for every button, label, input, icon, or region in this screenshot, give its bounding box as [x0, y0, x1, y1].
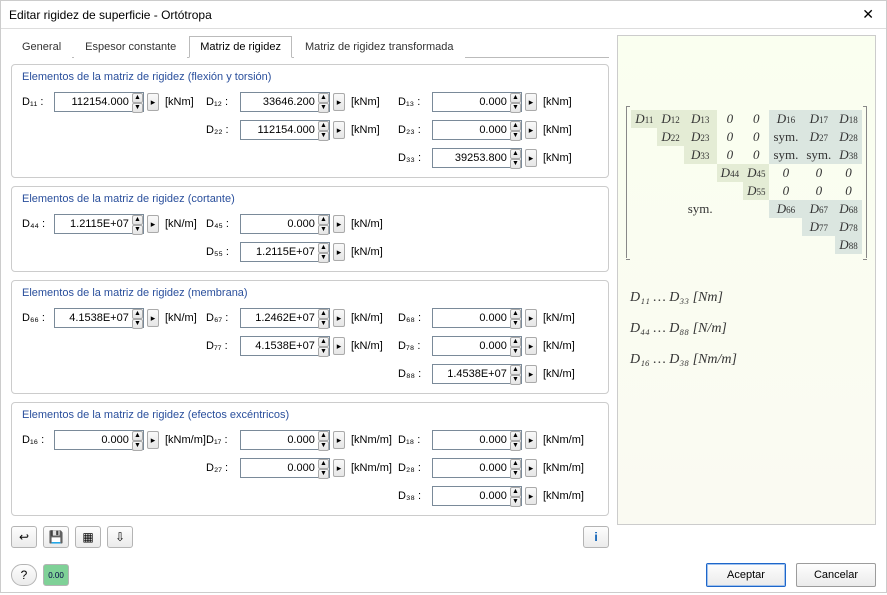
input-d78[interactable] [433, 340, 509, 352]
label-d13: D₁₃ : [398, 96, 430, 108]
label-d88: D₈₈ : [398, 368, 430, 380]
help-icon[interactable]: ? [11, 564, 37, 586]
tab-matriz[interactable]: Matriz de rigidez [189, 36, 292, 58]
label-d68: D₆₈ : [398, 312, 430, 324]
label-d23: D₂₃ : [398, 124, 430, 136]
label-d38: D₃₈ : [398, 490, 430, 502]
panel-membrana: Elementos de la matriz de rigidez (membr… [11, 280, 609, 394]
input-d68[interactable] [433, 312, 509, 324]
info-icon[interactable]: i [583, 526, 609, 548]
input-d12[interactable] [241, 96, 317, 108]
spin-up[interactable]: ▲ [132, 93, 143, 103]
legend-shear-membrane: D₄₄ … D₈₈ [N/m] [630, 314, 863, 345]
panel-flexion: Elementos de la matriz de rigidez (flexi… [11, 64, 609, 178]
ok-button[interactable]: Aceptar [706, 563, 786, 587]
input-d66[interactable] [55, 312, 131, 324]
window-title: Editar rigidez de superficie - Ortótropa [9, 8, 212, 22]
label-d12: D₁₂ : [206, 96, 238, 108]
panel-cortante: Elementos de la matriz de rigidez (corta… [11, 186, 609, 272]
units-icon[interactable]: 0.00 [43, 564, 69, 586]
tab-matriz-trans[interactable]: Matriz de rigidez transformada [294, 36, 465, 58]
save-icon[interactable]: 💾 [43, 526, 69, 548]
panel-excentricos: Elementos de la matriz de rigidez (efect… [11, 402, 609, 516]
input-d16[interactable] [55, 434, 131, 446]
close-icon[interactable]: ✕ [858, 6, 878, 23]
label-d11: D₁₁ : [22, 96, 52, 108]
input-d33[interactable] [433, 152, 509, 164]
input-d44[interactable] [55, 218, 131, 230]
input-d45[interactable] [241, 218, 317, 230]
undo-icon[interactable]: ↩ [11, 526, 37, 548]
cancel-button[interactable]: Cancelar [796, 563, 876, 587]
picker-btn[interactable]: ▸ [147, 93, 159, 111]
label-d45: D₄₅ : [206, 218, 238, 230]
legend-bending: D₁₁ … D₃₃ [Nm] [630, 283, 863, 314]
label-d17: D₁₇ : [206, 434, 238, 446]
input-d11[interactable] [55, 96, 131, 108]
tab-espesor[interactable]: Espesor constante [74, 36, 187, 58]
unit: [kNm] [162, 96, 204, 108]
label-d33: D₃₃ : [398, 152, 430, 164]
label-d66: D₆₆ : [22, 312, 52, 324]
label-d18: D₁₈ : [398, 434, 430, 446]
label-d44: D₄₄ : [22, 218, 52, 230]
spin-down[interactable]: ▼ [132, 103, 143, 113]
label-d28: D₂₈ : [398, 462, 430, 474]
tab-general[interactable]: General [11, 36, 72, 58]
input-d23[interactable] [433, 124, 509, 136]
export-excel-icon[interactable]: ▦ [75, 526, 101, 548]
input-d77[interactable] [241, 340, 317, 352]
label-d78: D₇₈ : [398, 340, 430, 352]
label-d77: D₇₇ : [206, 340, 238, 352]
input-d88[interactable] [433, 368, 509, 380]
input-d67[interactable] [241, 312, 317, 324]
legend-eccentric: D₁₆ … D₃₈ [Nm/m] [630, 345, 863, 376]
label-d16: D₁₆ : [22, 434, 52, 446]
input-d27[interactable] [241, 462, 317, 474]
label-d22: D₂₂ : [206, 124, 238, 136]
matrix-preview: D11D12D1300D16D17D18 D22D2300sym.D27D28 … [617, 35, 876, 525]
input-d55[interactable] [241, 246, 317, 258]
label-d55: D₅₅ : [206, 246, 238, 258]
tab-bar: General Espesor constante Matriz de rigi… [11, 35, 609, 58]
import-icon[interactable]: ⇩ [107, 526, 133, 548]
panel-flexion-title: Elementos de la matriz de rigidez (flexi… [22, 71, 600, 89]
input-d18[interactable] [433, 434, 509, 446]
input-d38[interactable] [433, 490, 509, 502]
label-d67: D₆₇ : [206, 312, 238, 324]
input-d28[interactable] [433, 462, 509, 474]
label-d27: D₂₇ : [206, 462, 238, 474]
input-d17[interactable] [241, 434, 317, 446]
input-d13[interactable] [433, 96, 509, 108]
input-d22[interactable] [241, 124, 317, 136]
